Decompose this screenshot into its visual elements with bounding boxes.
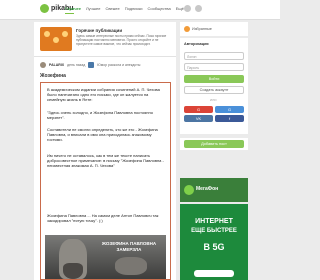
theme-icon[interactable]	[195, 5, 202, 12]
ad-cta-button[interactable]	[194, 270, 234, 277]
google-alt-button[interactable]: G	[215, 106, 244, 113]
banner-illustration	[40, 27, 72, 51]
ad-banner-megafon[interactable]: МегаФон	[180, 178, 248, 202]
right-sidebar: Избранные Авторизация Логин Пароль Войти…	[180, 22, 248, 280]
nav-more[interactable]: Ещё	[176, 6, 184, 11]
left-gutter	[0, 20, 32, 280]
pikabu-logo-icon	[40, 4, 49, 13]
post-paragraph: В академическом издании собрания сочинен…	[47, 87, 160, 102]
feed-column: Горячие публикации Здесь самые интересны…	[34, 22, 176, 280]
megafon-logo-icon	[184, 185, 194, 195]
dot-icon	[44, 31, 50, 37]
register-button[interactable]: Создать аккаунт	[184, 86, 244, 94]
post-paragraph: Им ничего не оставалось, как в тем же те…	[47, 153, 164, 168]
add-post-button[interactable]: Добавить пост	[184, 140, 244, 148]
post-paragraph: "Здесь очень холодно, и Жозефина Павловн…	[47, 110, 153, 120]
right-gutter	[250, 22, 280, 280]
topbar-icons	[184, 5, 202, 12]
login-button[interactable]: Войти	[184, 75, 244, 83]
post-community[interactable]: Юмор раскола и анекдоты	[97, 63, 140, 67]
add-post-card: Добавить пост	[180, 138, 248, 150]
post-author[interactable]: PALARIX	[49, 63, 64, 67]
or-divider: или	[210, 98, 217, 102]
banner-title: Горячие публикации	[76, 28, 123, 33]
auth-card: Авторизация Логин Пароль Войти Создать а…	[180, 38, 248, 134]
facebook-button[interactable]: f	[215, 115, 244, 122]
hot-posts-banner: Горячие публикации Здесь самые интересны…	[34, 22, 176, 57]
nav-fresh[interactable]: Свежее	[105, 6, 119, 11]
ad-line: В 5G	[203, 242, 225, 252]
nav-communities[interactable]: Сообщества	[147, 6, 170, 11]
dot-icon	[62, 31, 68, 37]
ad-line: ЕЩЕ БЫСТРЕЕ	[191, 228, 237, 234]
post-content: В академическом издании собрания сочинен…	[40, 82, 171, 280]
post-meta: PALARIX день назад Юмор раскола и анекдо…	[34, 58, 176, 72]
dot-icon	[53, 37, 59, 43]
banner-text: Здесь самые интересные посты прямо сейча…	[76, 34, 167, 46]
image-caption: ЖОЗЕФИНА ПАВЛОВНА ЗАМЕРЗЛА	[101, 241, 157, 252]
post-time: день назад	[67, 63, 86, 67]
vk-button[interactable]: VK	[184, 115, 213, 122]
portrait-beard	[63, 263, 83, 279]
ad-banner-internet[interactable]: ИНТЕРНЕТ ЕЩЕ БЫСТРЕЕ В 5G	[180, 204, 248, 280]
google-button[interactable]: G	[184, 106, 213, 113]
password-input[interactable]: Пароль	[184, 63, 244, 71]
star-icon	[184, 26, 190, 32]
nav-hot[interactable]: Горячее	[65, 6, 81, 11]
ad-brand: МегаФон	[196, 186, 219, 192]
top-navigation-bar: pikabu Горячее Лучшее Свежее Подписки Со…	[0, 0, 280, 20]
favorites-card: Избранные	[180, 22, 248, 36]
nav-subscriptions[interactable]: Подписки	[125, 6, 143, 11]
post-paragraph: Жозефина Павловна ... На самом деле Анто…	[47, 213, 159, 223]
auth-title: Авторизация	[184, 42, 209, 46]
portrait-hand	[115, 257, 147, 275]
search-icon[interactable]	[184, 5, 191, 12]
favorites-label: Избранные	[192, 27, 212, 31]
social-login: G G VK f	[184, 106, 244, 122]
post-image[interactable]: ЖОЗЕФИНА ПАВЛОВНА ЗАМЕРЗЛА	[45, 235, 166, 279]
avatar[interactable]	[40, 62, 46, 68]
ad-line: ИНТЕРНЕТ	[195, 218, 233, 225]
main-nav: Горячее Лучшее Свежее Подписки Сообществ…	[65, 6, 184, 14]
post-title[interactable]: Жозефина	[40, 73, 66, 79]
active-tab-underline	[65, 13, 74, 14]
post-paragraph: Составители не смогли определить, кто же…	[47, 127, 158, 142]
favorites-link[interactable]: Избранные	[184, 26, 212, 32]
nav-best[interactable]: Лучшее	[86, 6, 100, 11]
login-input[interactable]: Логин	[184, 52, 244, 60]
community-avatar[interactable]	[88, 62, 95, 68]
